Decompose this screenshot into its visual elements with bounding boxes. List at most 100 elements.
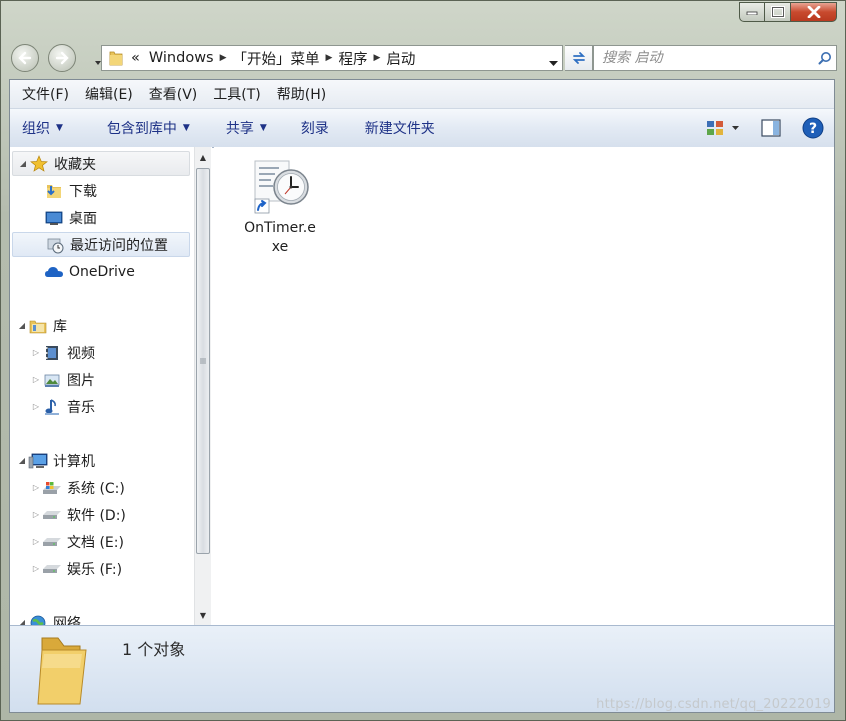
breadcrumb-windows[interactable]: Windows [144, 50, 219, 66]
navpane-scrollbar[interactable]: ▲ ▼ [194, 147, 211, 625]
include-in-library-button[interactable]: 包含到库中 ▼ [77, 118, 204, 138]
expand-toggle[interactable]: ▷ [30, 537, 42, 546]
chevron-down-icon: ▼ [259, 123, 267, 133]
close-button[interactable] [791, 2, 837, 22]
chevron-right-icon[interactable]: ▶ [219, 53, 228, 63]
command-bar-right: ? [690, 115, 828, 141]
menu-file[interactable]: 文件(F) [14, 84, 77, 104]
tree-label: 桌面 [69, 210, 97, 227]
scroll-down-icon[interactable]: ▼ [195, 607, 211, 623]
breadcrumb-programs[interactable]: 程序 [333, 48, 372, 69]
expand-toggle[interactable]: ◢ [16, 321, 28, 330]
svg-text:?: ? [809, 121, 817, 137]
library-icon [28, 316, 48, 336]
expand-toggle[interactable]: ▷ [30, 375, 42, 384]
minimize-button[interactable] [739, 2, 765, 22]
tree-favorites[interactable]: ◢ 收藏夹 [12, 151, 190, 176]
tree-label: 最近访问的位置 [70, 237, 168, 254]
hard-drive-icon [42, 532, 62, 552]
address-bar[interactable]: « Windows ▶ 「开始」菜单 ▶ 程序 ▶ 启动 [101, 45, 563, 71]
preview-pane-button[interactable] [756, 115, 786, 141]
scroll-up-icon[interactable]: ▲ [195, 149, 211, 165]
tree-videos[interactable]: ▷ 视频 [30, 340, 95, 365]
scroll-thumb[interactable] [196, 168, 210, 554]
music-library-icon [42, 397, 62, 417]
pictures-library-icon [42, 370, 62, 390]
change-view-button[interactable] [702, 115, 744, 141]
explorer-window: « Windows ▶ 「开始」菜单 ▶ 程序 ▶ 启动 文件(F) 编辑(E) [0, 0, 846, 721]
help-button[interactable]: ? [798, 115, 828, 141]
computer-icon [28, 451, 48, 471]
expand-toggle[interactable]: ▷ [30, 348, 42, 357]
share-button[interactable]: 共享 ▼ [204, 118, 281, 138]
forward-arrow-icon [55, 51, 69, 65]
downloads-folder-icon [44, 181, 64, 201]
address-overflow-button[interactable]: « [127, 50, 144, 66]
tree-desktop[interactable]: 桌面 [44, 205, 97, 230]
hard-drive-icon [42, 559, 62, 579]
menu-tools[interactable]: 工具(T) [205, 84, 268, 104]
chevron-down-icon: ▼ [56, 123, 63, 133]
tree-label: 娱乐 (F:) [67, 561, 123, 578]
expand-toggle[interactable]: ◢ [17, 159, 29, 168]
item-count: 1 个对象 [122, 640, 186, 659]
tree-drive-d[interactable]: ▷ 软件 (D:) [30, 502, 126, 527]
grip-icon [200, 358, 206, 364]
tree-drive-c[interactable]: ▷ 系统 (C:) [30, 475, 125, 500]
breadcrumb-start-menu[interactable]: 「开始」菜单 [228, 48, 325, 69]
network-icon [28, 613, 48, 625]
file-name-line2: xe [271, 239, 289, 255]
tree-libraries[interactable]: ◢ 库 [12, 313, 67, 338]
menu-edit[interactable]: 编辑(E) [77, 84, 141, 104]
tree-drive-e[interactable]: ▷ 文档 (E:) [30, 529, 124, 554]
shortcut-clock-icon [249, 157, 311, 217]
desktop-icon [44, 208, 64, 228]
search-icon[interactable] [814, 51, 836, 65]
search-box[interactable] [593, 45, 837, 71]
back-button[interactable] [11, 44, 39, 72]
file-list[interactable]: OnTimer.e xe [214, 147, 834, 625]
view-options-icon [707, 121, 739, 135]
tree-label-libraries: 库 [53, 318, 67, 335]
chevron-right-icon[interactable]: ▶ [325, 53, 334, 63]
navigation-row: « Windows ▶ 「开始」菜单 ▶ 程序 ▶ 启动 [9, 41, 839, 75]
tree-downloads[interactable]: 下载 [44, 178, 97, 203]
expand-toggle[interactable]: ◢ [16, 618, 28, 625]
file-item[interactable]: OnTimer.e xe [236, 157, 324, 257]
chevron-down-icon [549, 61, 558, 66]
onedrive-cloud-icon [44, 262, 64, 282]
folder-icon [36, 634, 102, 710]
address-dropdown-button[interactable] [549, 54, 558, 70]
expand-toggle[interactable]: ▷ [30, 564, 42, 573]
menu-view[interactable]: 查看(V) [141, 84, 206, 104]
folder-icon [105, 50, 127, 66]
menu-help[interactable]: 帮助(H) [269, 84, 334, 104]
tree-computer[interactable]: ◢ 计算机 [12, 448, 95, 473]
burn-button[interactable]: 刻录 [281, 118, 343, 138]
refresh-button[interactable] [565, 45, 593, 71]
tree-network[interactable]: ◢ 网络 [12, 610, 81, 625]
watermark-text: https://blog.csdn.net/qq_20222019 [596, 697, 831, 712]
tree-label-computer: 计算机 [53, 453, 95, 470]
search-input[interactable] [594, 49, 814, 67]
system-drive-icon [42, 478, 62, 498]
new-folder-button[interactable]: 新建文件夹 [343, 118, 449, 138]
organize-button[interactable]: 组织 ▼ [10, 118, 77, 138]
navigation-pane: ◢ 收藏夹 下载 桌面 最近访问的位置 OneDrive ◢ 库 ▷ 视频 ▷ … [10, 147, 212, 625]
breadcrumb-startup[interactable]: 启动 [381, 48, 420, 69]
expand-toggle[interactable]: ◢ [16, 456, 28, 465]
expand-toggle[interactable]: ▷ [30, 510, 42, 519]
tree-label: 下载 [69, 183, 97, 200]
tree-label: 视频 [67, 345, 95, 362]
forward-button[interactable] [48, 44, 76, 72]
tree-music[interactable]: ▷ 音乐 [30, 394, 95, 419]
tree-recent-places[interactable]: 最近访问的位置 [12, 232, 190, 257]
tree-onedrive[interactable]: OneDrive [44, 259, 135, 284]
chevron-right-icon[interactable]: ▶ [372, 53, 381, 63]
expand-toggle[interactable]: ▷ [30, 483, 42, 492]
tree-drive-f[interactable]: ▷ 娱乐 (F:) [30, 556, 122, 581]
maximize-button[interactable] [765, 2, 791, 22]
expand-toggle[interactable]: ▷ [30, 402, 42, 411]
tree-pictures[interactable]: ▷ 图片 [30, 367, 95, 392]
caption-buttons [739, 2, 837, 22]
